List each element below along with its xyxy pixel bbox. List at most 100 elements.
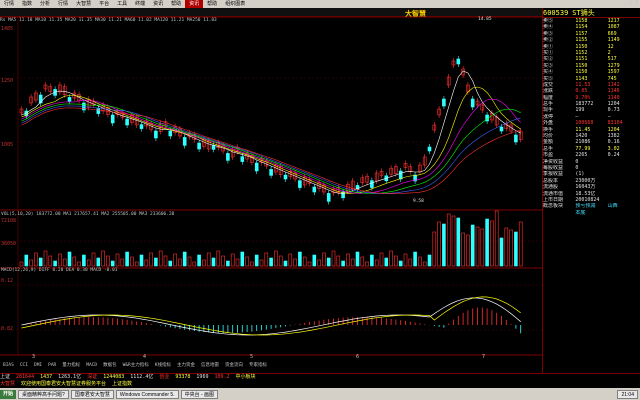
taskbar: 开始 桌面精粹高手问题? 国泰君安大智慧 Windows Commander 5. 中… bbox=[0, 388, 640, 400]
candle-body bbox=[154, 130, 158, 139]
indicator-tab[interactable]: MACD bbox=[83, 362, 100, 370]
taskbar-app-button[interactable]: 中央台 - 画图 bbox=[180, 389, 219, 399]
candle-body bbox=[427, 146, 432, 152]
volume-bar bbox=[370, 254, 374, 267]
indicator-tab[interactable]: 主力资金 bbox=[174, 362, 198, 370]
price-label-high: 1485 bbox=[1, 26, 14, 32]
candle-body bbox=[499, 126, 504, 132]
volume-bar bbox=[384, 257, 389, 267]
indicator-tab[interactable]: BIAS bbox=[0, 362, 17, 370]
volume-bar bbox=[168, 260, 173, 267]
ticker-row: 大智慧 欢迎使用国泰君安大智慧证券服务平台 上证指数 bbox=[0, 381, 640, 388]
quote-extra bbox=[608, 210, 640, 216]
index-value: 深证 bbox=[87, 374, 98, 380]
volume-bar bbox=[38, 257, 43, 267]
indicator-tabs: BIAS CCI DMI PAR 量力指标 MACD 数据包 W&R主力指标 K线指标 主力资金信… bbox=[0, 362, 540, 370]
candle-body bbox=[240, 156, 245, 162]
clock: 21:04 bbox=[617, 389, 638, 399]
volume-bar bbox=[240, 251, 245, 267]
volume-bar bbox=[413, 251, 417, 267]
candle-body bbox=[283, 174, 288, 180]
volume-bar bbox=[139, 254, 144, 267]
volume-bar bbox=[110, 260, 115, 267]
price-label-mid: 1250 bbox=[1, 78, 14, 84]
volume-label-high: 72108 bbox=[1, 218, 17, 224]
index-row: 上证 281644 1437 1263.1亿 深证 1244083 1112.4亿 创业 933… bbox=[0, 374, 640, 381]
window-controls[interactable]: _ □ X bbox=[623, 0, 638, 6]
taskbar-app-button[interactable]: 国泰君安大智慧 bbox=[70, 389, 114, 399]
quote-label bbox=[543, 210, 575, 216]
index-value: 93378 bbox=[175, 374, 191, 380]
candle-body bbox=[470, 98, 475, 108]
taskbar-app-button[interactable]: 桌面精粹高手问题? bbox=[18, 389, 69, 399]
volume-bar bbox=[398, 260, 403, 267]
index-value: 1244083 bbox=[103, 374, 125, 380]
volume-bar bbox=[312, 254, 317, 267]
indicator-tab[interactable]: 资金流向 bbox=[222, 362, 246, 370]
price-label-low: 1005 bbox=[1, 142, 14, 148]
volume-bar bbox=[326, 257, 331, 267]
volume-bar bbox=[341, 260, 345, 267]
indicator-tab[interactable]: 专家指标 bbox=[246, 362, 270, 370]
quote-rows: 卖⑤ 1158 1217 卖④ 1154 1087 卖③ 1157 669 卖② 1155 1149 卖… bbox=[543, 18, 640, 216]
quote-panel: 600539 ST狮头 卖⑤ 1158 1217 卖④ 1154 1087 卖③ 1157 66… bbox=[542, 8, 640, 373]
candle-body bbox=[197, 142, 201, 150]
index-value: 1969 bbox=[196, 374, 209, 380]
stock-code: 600539 bbox=[543, 9, 569, 17]
candle-body bbox=[312, 186, 317, 193]
candle-body bbox=[139, 124, 144, 129]
index-value: 1112.4亿 bbox=[130, 374, 154, 380]
indicator-tab[interactable]: PAR bbox=[45, 362, 59, 370]
indicator-tab[interactable]: CCI bbox=[17, 362, 31, 370]
candle-body bbox=[442, 98, 446, 107]
index-value: 281644 bbox=[16, 374, 35, 380]
volume-bar bbox=[53, 260, 57, 267]
indicator-tab[interactable]: DMI bbox=[31, 362, 45, 370]
volume-bar bbox=[442, 223, 446, 267]
indicator-tab[interactable]: 量力指标 bbox=[59, 362, 83, 370]
candle-body bbox=[182, 137, 187, 146]
index-value: 创业 bbox=[159, 374, 170, 380]
volume-bar bbox=[456, 217, 461, 267]
candle-body bbox=[456, 58, 461, 65]
volume-bar bbox=[254, 254, 259, 267]
candle-body bbox=[514, 134, 518, 143]
macd-label-low: 0.02 bbox=[1, 326, 14, 332]
indicator-tab[interactable]: W&R主力指标 bbox=[120, 362, 152, 370]
x-tick: 7 bbox=[482, 354, 486, 360]
indicator-tab[interactable]: 数据包 bbox=[100, 362, 120, 370]
volume-bar bbox=[355, 251, 360, 267]
volume-bar bbox=[96, 257, 101, 267]
index-value: 1263.1亿 bbox=[58, 374, 82, 380]
kline-chart[interactable] bbox=[0, 0, 542, 372]
start-button[interactable]: 开始 bbox=[0, 389, 17, 399]
market-status-bar: 上证 281644 1437 1263.1亿 深证 1244083 1112.4亿 创业 933… bbox=[0, 373, 640, 388]
candle-body bbox=[398, 170, 403, 180]
volume-bar bbox=[499, 237, 504, 267]
low-annotation: 9.58 bbox=[413, 199, 424, 204]
indicator-tab[interactable]: K线指标 bbox=[152, 362, 174, 370]
volume-bar bbox=[470, 224, 475, 267]
quote-row: 本底 bbox=[543, 210, 640, 216]
candle-body bbox=[226, 153, 230, 161]
vol-legend: VOL(5,10,20) 183772.00 MA1 217657.41 MA2… bbox=[1, 212, 175, 217]
candle-body bbox=[269, 169, 273, 176]
ticker-text: 上证指数 bbox=[112, 381, 133, 387]
candle-body bbox=[254, 162, 259, 172]
indicator-tab[interactable]: 信息地雷 bbox=[198, 362, 222, 370]
index-value: 中小板块 bbox=[235, 374, 256, 380]
ticker-text: 大智慧 bbox=[0, 381, 16, 387]
candle-body bbox=[298, 180, 302, 188]
candle-body bbox=[67, 97, 72, 102]
volume-label-mid: 36050 bbox=[1, 241, 17, 247]
volume-bar bbox=[211, 257, 216, 267]
x-tick: 3 bbox=[32, 354, 36, 360]
x-tick: 6 bbox=[356, 354, 360, 360]
ma-legend: Rs MA5 11.18 MA10 11.35 MA20 11.35 MA30 … bbox=[0, 18, 217, 23]
volume-bar bbox=[82, 254, 86, 267]
volume-bar bbox=[298, 251, 302, 267]
volume-bar bbox=[24, 254, 29, 267]
candle-body bbox=[370, 180, 374, 188]
quote-value: 本底 bbox=[575, 209, 586, 216]
taskbar-app-button[interactable]: Windows Commander 5. bbox=[115, 389, 179, 399]
